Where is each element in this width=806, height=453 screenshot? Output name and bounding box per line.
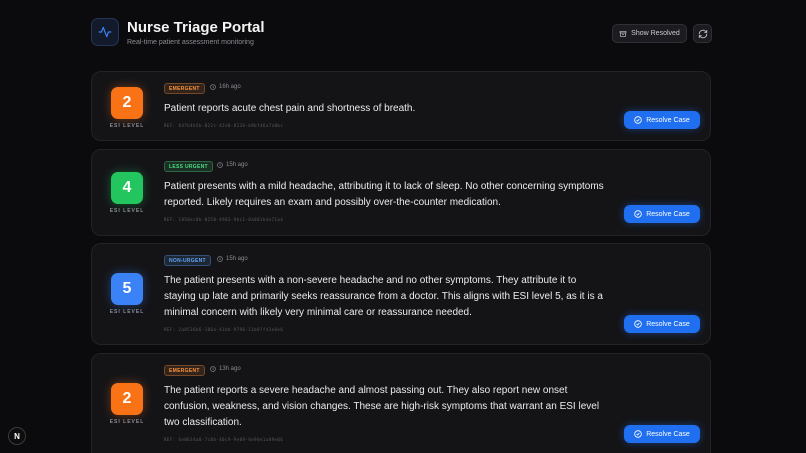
case-description: The patient presents with a non-severe h… <box>164 275 603 318</box>
clock-icon <box>210 366 216 372</box>
esi-level-badge: 2 <box>111 383 143 415</box>
esi-level-label: ESI LEVEL <box>109 208 145 214</box>
refresh-button[interactable] <box>693 24 712 43</box>
case-card: 2 ESI LEVEL EMERGENT 16h ago Patient rep… <box>91 71 711 141</box>
case-ref: REF: 1850ec0b-8250-4903-9bc1-0a001b4e71a… <box>164 217 284 222</box>
show-resolved-label: Show Resolved <box>631 30 680 37</box>
case-ref: REF: 2a0536b6-106a-41bb-9796-11b07f43e6e… <box>164 327 284 332</box>
esi-level-badge: 4 <box>111 172 143 204</box>
esi-level-label: ESI LEVEL <box>109 309 145 315</box>
urgency-badge: EMERGENT <box>164 83 205 94</box>
header: Nurse Triage Portal Real-time patient as… <box>91 18 712 50</box>
case-time: 15h ago <box>217 162 248 168</box>
urgency-badge: NON-URGENT <box>164 255 211 266</box>
check-circle-icon <box>634 430 642 438</box>
resolve-case-label: Resolve Case <box>646 320 690 328</box>
check-circle-icon <box>634 116 642 124</box>
clock-icon <box>217 162 223 168</box>
page-subtitle: Real-time patient assessment monitoring <box>127 39 254 46</box>
case-time-text: 16h ago <box>219 84 241 90</box>
dev-tools-button[interactable]: N <box>8 427 26 445</box>
check-circle-icon <box>634 320 642 328</box>
case-card: 4 ESI LEVEL LESS URGENT 15h ago Patient … <box>91 149 711 236</box>
case-ref: REF: 6e0634a0-7c8b-40c9-9e09-0e90e1a89e0… <box>164 437 284 442</box>
clock-icon <box>210 84 216 90</box>
urgency-badge: LESS URGENT <box>164 161 213 172</box>
resolve-case-label: Resolve Case <box>646 210 690 218</box>
case-card: 2 ESI LEVEL EMERGENT 13h ago The patient… <box>91 353 711 453</box>
esi-level-badge: 5 <box>111 273 143 305</box>
case-time-text: 13h ago <box>219 366 241 372</box>
case-time-text: 15h ago <box>226 256 248 262</box>
case-time-text: 15h ago <box>226 162 248 168</box>
case-card: 5 ESI LEVEL NON-URGENT 15h ago The patie… <box>91 243 711 345</box>
case-description: The patient reports a severe headache an… <box>164 385 600 428</box>
case-time: 13h ago <box>210 366 241 372</box>
activity-icon <box>98 26 112 38</box>
show-resolved-button[interactable]: Show Resolved <box>612 24 687 43</box>
resolve-case-label: Resolve Case <box>646 116 690 124</box>
esi-level-label: ESI LEVEL <box>109 123 145 129</box>
archive-icon <box>619 30 627 37</box>
page-title: Nurse Triage Portal <box>127 19 265 36</box>
resolve-case-button[interactable]: Resolve Case <box>624 315 700 333</box>
esi-level-label: ESI LEVEL <box>109 419 145 425</box>
refresh-icon <box>698 29 707 38</box>
case-time: 15h ago <box>217 256 248 262</box>
case-ref: REF: 847b4b5b-822c-42e0-8236-b9bf46a7a8b… <box>164 123 284 128</box>
resolve-case-button[interactable]: Resolve Case <box>624 425 700 443</box>
esi-level-badge: 2 <box>111 87 143 119</box>
case-description: Patient reports acute chest pain and sho… <box>164 103 416 114</box>
resolve-case-label: Resolve Case <box>646 430 690 438</box>
case-description: Patient presents with a mild headache, a… <box>164 181 604 208</box>
resolve-case-button[interactable]: Resolve Case <box>624 205 700 223</box>
resolve-case-button[interactable]: Resolve Case <box>624 111 700 129</box>
urgency-badge: EMERGENT <box>164 365 205 376</box>
logo <box>91 18 119 46</box>
clock-icon <box>217 256 223 262</box>
case-time: 16h ago <box>210 84 241 90</box>
check-circle-icon <box>634 210 642 218</box>
